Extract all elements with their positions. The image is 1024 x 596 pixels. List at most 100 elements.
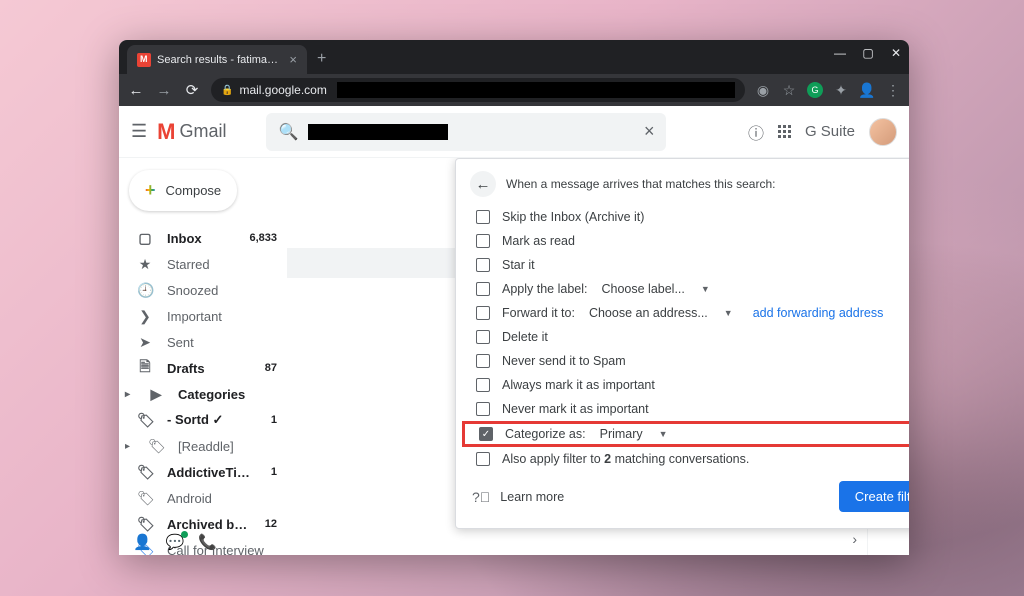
checkbox[interactable] (476, 402, 490, 416)
search-bar[interactable]: 🔍 × (266, 113, 666, 151)
eye-icon[interactable]: ◉ (755, 82, 771, 98)
checkbox[interactable] (476, 306, 490, 320)
checkbox[interactable] (476, 378, 490, 392)
avatar[interactable] (869, 118, 897, 146)
checkbox[interactable] (476, 234, 490, 248)
caret-down-icon[interactable]: ▼ (701, 284, 710, 294)
checkbox[interactable] (476, 282, 490, 296)
label-icon: 🏷 (148, 438, 164, 455)
close-tab-icon[interactable]: × (289, 52, 297, 67)
sidebar-item-label: AddictiveTips: Wi... (167, 465, 257, 480)
contacts-icon[interactable]: 👤 (133, 533, 152, 551)
sidebar-item-categories[interactable]: ▸▶Categories (119, 381, 287, 407)
extension-green-icon[interactable]: G (807, 82, 823, 98)
apps-grid-icon[interactable] (778, 125, 791, 138)
gmail-body: + Compose ▢Inbox6,833★Starred 🕘 Snoozed ❯Im… (119, 158, 909, 555)
expand-icon[interactable]: ▸ (125, 389, 130, 400)
sidebar-item-label: [Readdle] (178, 439, 277, 454)
checkbox[interactable] (476, 452, 490, 466)
hangouts-icon[interactable]: 💬 (166, 533, 185, 551)
filter-option-row: Also apply filter to 2 matching conversa… (456, 447, 909, 471)
phone-icon[interactable]: 📞 (198, 533, 217, 551)
gmail-header: ☰ M Gmail 🔍 × ⓘ G Suite (119, 106, 909, 158)
checkbox[interactable] (476, 210, 490, 224)
puzzle-icon[interactable]: ✦ (833, 82, 849, 98)
maximize-icon[interactable]: ▢ (861, 46, 875, 60)
sidebar-item-label: Categories (178, 387, 277, 402)
filter-select[interactable]: Primary (600, 427, 643, 441)
browser-titlebar: Search results - fatima@addictiv × + — ▢… (119, 40, 909, 74)
label-icon: ▢ (137, 230, 153, 247)
browser-window: Search results - fatima@addictiv × + — ▢… (119, 40, 909, 555)
gmail-text: Gmail (179, 121, 226, 142)
plus-icon: + (145, 180, 156, 201)
filter-option-label: Categorize as: (505, 427, 586, 441)
person-icon[interactable]: 👤 (859, 82, 875, 98)
checkbox[interactable] (479, 427, 493, 441)
sidebar-item-snoozed[interactable]: 🕘 Snoozed (119, 277, 287, 303)
help-circle-icon[interactable]: ?⃝ (472, 489, 490, 505)
checkbox[interactable] (476, 258, 490, 272)
filter-popup: ← When a message arrives that matches th… (455, 158, 909, 529)
checkbox[interactable] (476, 354, 490, 368)
label-icon: 🏷 (137, 516, 153, 533)
sidebar-item-label: Snoozed (167, 283, 277, 298)
new-tab-button[interactable]: + (307, 44, 336, 74)
browser-tab[interactable]: Search results - fatima@addictiv × (127, 45, 307, 74)
minimize-icon[interactable]: — (833, 46, 847, 60)
url-field[interactable]: 🔒 mail.google.com (211, 78, 745, 102)
url-text: mail.google.com (239, 83, 326, 97)
browser-urlbar: ← → ⟳ 🔒 mail.google.com ◉ ☆ G ✦ 👤 ⋮ (119, 74, 909, 106)
content-area: ▾ ⚙ Nov 19 Sep 4 1 minute ago Details › … (287, 158, 867, 555)
clear-search-icon[interactable]: × (644, 121, 655, 142)
sidebar-item-readdle[interactable]: ▸ 🏷 [Readdle] (119, 433, 287, 459)
filter-option-row: Categorize as: Primary ▼ (462, 421, 909, 447)
create-filter-button[interactable]: Create filter (839, 481, 909, 512)
sidebar-item-label: Drafts (167, 361, 251, 376)
sidebar-item-sortd[interactable]: 🏷- Sortd ✓1 (119, 407, 287, 433)
caret-down-icon[interactable]: ▼ (724, 308, 733, 318)
filter-option-row: Apply the label:Choose label...▼ (456, 277, 909, 301)
sidebar-item-android[interactable]: 🏷Android (119, 485, 287, 511)
filter-select[interactable]: Choose label... (601, 282, 684, 296)
sidebar-item-important[interactable]: ❯Important (119, 303, 287, 329)
gmail-logo[interactable]: M Gmail (157, 119, 226, 145)
sidebar-item-inbox[interactable]: ▢Inbox6,833 (119, 225, 287, 251)
learn-more-link[interactable]: Learn more (500, 490, 564, 504)
filter-option-label: Mark as read (502, 234, 575, 248)
star-icon[interactable]: ☆ (781, 82, 797, 98)
help-icon[interactable]: ⓘ (748, 120, 764, 144)
filter-select[interactable]: Choose an address... (589, 306, 708, 320)
label-icon: 🕘 (137, 282, 153, 299)
sidebar-item-sent[interactable]: ➤Sent (119, 329, 287, 355)
sidebar-item-starred[interactable]: ★Starred (119, 251, 287, 277)
filter-option-row: Never mark it as important (456, 397, 909, 421)
menu-dots-icon[interactable]: ⋮ (885, 82, 901, 98)
forwarding-link[interactable]: add forwarding address (753, 306, 884, 320)
search-icon: 🔍 (278, 122, 298, 142)
main-menu-icon[interactable]: ☰ (131, 121, 147, 142)
label-icon: 🗎 (137, 356, 153, 380)
filter-option-label: Forward it to: (502, 306, 575, 320)
sidebar-item-label: Important (167, 309, 277, 324)
compose-button[interactable]: + Compose (129, 170, 237, 211)
sidebar-item-addictivetips-wi[interactable]: 🏷AddictiveTips: Wi...1 (119, 459, 287, 485)
caret-down-icon[interactable]: ▼ (659, 429, 668, 439)
expand-icon[interactable]: ▸ (125, 441, 130, 452)
filter-option-label: Never mark it as important (502, 402, 649, 416)
forward-icon[interactable]: → (155, 82, 173, 99)
label-icon: ★ (137, 256, 153, 273)
filter-option-row: Star it (456, 253, 909, 277)
filter-option-row: Forward it to: Choose an address... ▼ add f… (456, 301, 909, 325)
filter-option-label: Delete it (502, 330, 548, 344)
back-button-icon[interactable]: ← (470, 171, 496, 197)
sidebar-item-label: Archived by Mail... (167, 517, 251, 532)
sidebar-item-drafts[interactable]: 🗎Drafts87 (119, 355, 287, 381)
checkbox[interactable] (476, 330, 490, 344)
back-icon[interactable]: ← (127, 82, 145, 99)
close-window-icon[interactable]: ✕ (889, 46, 903, 60)
reload-icon[interactable]: ⟳ (183, 81, 201, 99)
search-redacted (308, 124, 448, 140)
next-page-icon[interactable]: › (852, 531, 857, 547)
filter-header-text: When a message arrives that matches this… (506, 177, 775, 191)
